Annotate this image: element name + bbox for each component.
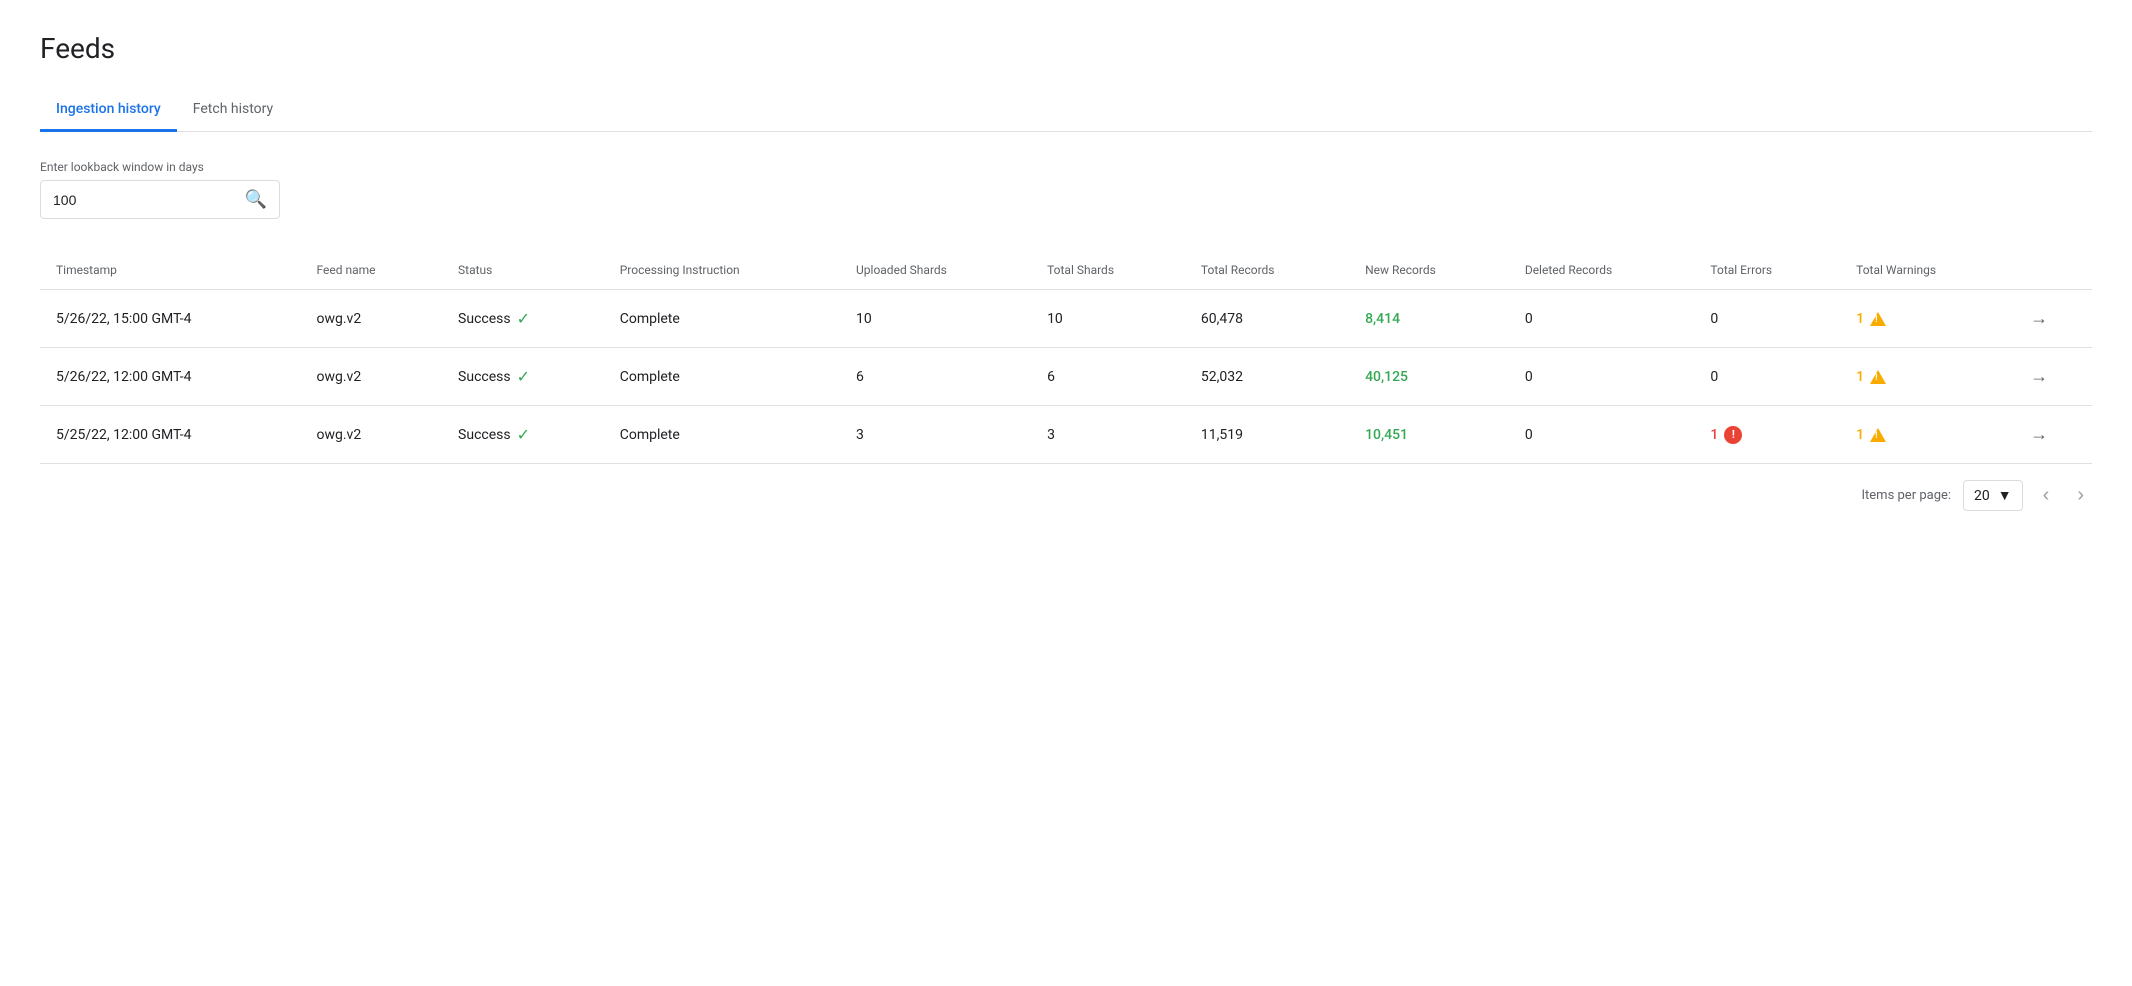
cell-timestamp: 5/25/22, 12:00 GMT-4 xyxy=(40,406,301,464)
cell-action: → xyxy=(2014,348,2092,406)
cell-processing-instruction: Complete xyxy=(604,406,840,464)
col-total-errors: Total Errors xyxy=(1694,251,1840,290)
cell-total-errors: 0 xyxy=(1694,290,1840,348)
col-status: Status xyxy=(442,251,604,290)
cell-status: Success ✓ xyxy=(442,348,604,406)
warning-triangle-icon xyxy=(1870,312,1886,326)
status-text: Success xyxy=(458,311,511,327)
table-header: Timestamp Feed name Status Processing In… xyxy=(40,251,2092,290)
cell-processing-instruction: Complete xyxy=(604,290,840,348)
search-box: 🔍 xyxy=(40,180,280,219)
cell-status: Success ✓ xyxy=(442,290,604,348)
error-circle-icon: ! xyxy=(1724,426,1742,444)
cell-processing-instruction: Complete xyxy=(604,348,840,406)
search-icon[interactable]: 🔍 xyxy=(245,189,267,210)
next-page-button[interactable]: › xyxy=(2069,480,2092,511)
items-per-page-label: Items per page: xyxy=(1861,488,1951,503)
row-navigate-button[interactable]: → xyxy=(2030,366,2048,387)
cell-new-records: 10,451 xyxy=(1349,406,1509,464)
items-per-page-value: 20 xyxy=(1974,488,1990,504)
table-header-row: Timestamp Feed name Status Processing In… xyxy=(40,251,2092,290)
status-text: Success xyxy=(458,369,511,385)
cell-deleted-records: 0 xyxy=(1509,348,1695,406)
cell-deleted-records: 0 xyxy=(1509,290,1695,348)
cell-new-records: 40,125 xyxy=(1349,348,1509,406)
cell-action: → xyxy=(2014,290,2092,348)
table-row: 5/25/22, 12:00 GMT-4 owg.v2 Success ✓ Co… xyxy=(40,406,2092,464)
col-processing-instruction: Processing Instruction xyxy=(604,251,840,290)
cell-uploaded-shards: 10 xyxy=(840,290,1031,348)
search-label: Enter lookback window in days xyxy=(40,160,2092,174)
table-row: 5/26/22, 15:00 GMT-4 owg.v2 Success ✓ Co… xyxy=(40,290,2092,348)
table-row: 5/26/22, 12:00 GMT-4 owg.v2 Success ✓ Co… xyxy=(40,348,2092,406)
cell-total-records: 11,519 xyxy=(1185,406,1349,464)
cell-feed-name: owg.v2 xyxy=(301,290,443,348)
cell-total-shards: 3 xyxy=(1031,406,1185,464)
col-new-records: New Records xyxy=(1349,251,1509,290)
cell-total-records: 52,032 xyxy=(1185,348,1349,406)
cell-total-warnings: 1 xyxy=(1840,348,2014,406)
cell-timestamp: 5/26/22, 15:00 GMT-4 xyxy=(40,290,301,348)
cell-total-warnings: 1 xyxy=(1840,406,2014,464)
col-total-records: Total Records xyxy=(1185,251,1349,290)
success-check-icon: ✓ xyxy=(517,309,530,328)
col-feed-name: Feed name xyxy=(301,251,443,290)
cell-uploaded-shards: 6 xyxy=(840,348,1031,406)
page-container: Feeds Ingestion history Fetch history En… xyxy=(0,0,2132,559)
warning-triangle-icon xyxy=(1870,428,1886,442)
table-body: 5/26/22, 15:00 GMT-4 owg.v2 Success ✓ Co… xyxy=(40,290,2092,464)
col-timestamp: Timestamp xyxy=(40,251,301,290)
col-action xyxy=(2014,251,2092,290)
row-navigate-button[interactable]: → xyxy=(2030,308,2048,329)
warning-triangle-icon xyxy=(1870,370,1886,384)
col-uploaded-shards: Uploaded Shards xyxy=(840,251,1031,290)
page-title: Feeds xyxy=(40,32,2092,65)
search-input[interactable] xyxy=(53,192,245,208)
cell-timestamp: 5/26/22, 12:00 GMT-4 xyxy=(40,348,301,406)
cell-deleted-records: 0 xyxy=(1509,406,1695,464)
items-per-page-select[interactable]: 20 ▼ xyxy=(1963,480,2023,511)
cell-total-errors: 1 ! xyxy=(1694,406,1840,464)
col-total-shards: Total Shards xyxy=(1031,251,1185,290)
success-check-icon: ✓ xyxy=(517,367,530,386)
tab-ingestion-history[interactable]: Ingestion history xyxy=(40,89,177,132)
dropdown-arrow-icon: ▼ xyxy=(1998,487,2012,504)
cell-status: Success ✓ xyxy=(442,406,604,464)
prev-page-button[interactable]: ‹ xyxy=(2035,480,2058,511)
tabs-container: Ingestion history Fetch history xyxy=(40,89,2092,132)
cell-feed-name: owg.v2 xyxy=(301,406,443,464)
ingestion-table: Timestamp Feed name Status Processing In… xyxy=(40,251,2092,464)
status-text: Success xyxy=(458,427,511,443)
col-deleted-records: Deleted Records xyxy=(1509,251,1695,290)
cell-feed-name: owg.v2 xyxy=(301,348,443,406)
tab-fetch-history[interactable]: Fetch history xyxy=(177,89,289,132)
cell-total-shards: 10 xyxy=(1031,290,1185,348)
col-total-warnings: Total Warnings xyxy=(1840,251,2014,290)
pagination: Items per page: 20 ▼ ‹ › xyxy=(40,464,2092,527)
cell-total-shards: 6 xyxy=(1031,348,1185,406)
search-section: Enter lookback window in days 🔍 xyxy=(40,160,2092,219)
row-navigate-button[interactable]: → xyxy=(2030,424,2048,445)
cell-new-records: 8,414 xyxy=(1349,290,1509,348)
cell-total-errors: 0 xyxy=(1694,348,1840,406)
cell-total-warnings: 1 xyxy=(1840,290,2014,348)
success-check-icon: ✓ xyxy=(517,425,530,444)
cell-action: → xyxy=(2014,406,2092,464)
cell-uploaded-shards: 3 xyxy=(840,406,1031,464)
cell-total-records: 60,478 xyxy=(1185,290,1349,348)
